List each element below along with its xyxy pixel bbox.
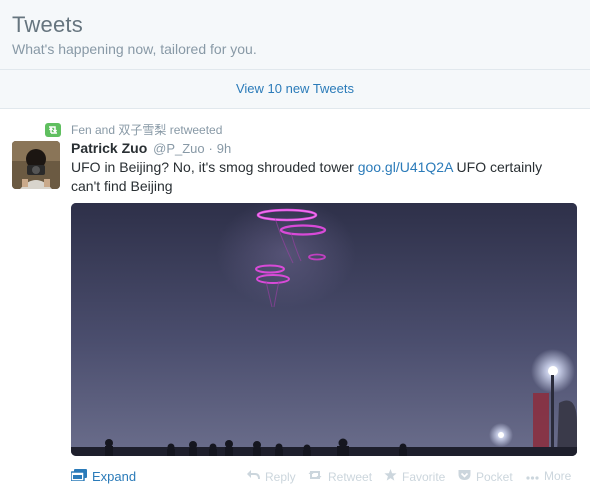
tweet-text: UFO in Beijing? No, it's smog shrouded t… — [71, 158, 571, 196]
photo-icon — [70, 469, 87, 484]
retweet-context: Fen and 双子雪梨 retweeted — [45, 121, 222, 138]
reply-arrow-icon — [246, 469, 260, 484]
view-new-tweets-button[interactable]: View 10 new Tweets — [0, 70, 590, 109]
expand-label: Expand — [92, 469, 137, 484]
pocket-label: Pocket — [476, 469, 513, 484]
page-subtitle: What's happening now, tailored for you. — [12, 41, 257, 57]
tweet-text-part1: UFO in Beijing? No, it's smog shrouded t… — [71, 159, 358, 175]
tweet-timestamp[interactable]: 9h — [217, 141, 231, 156]
tweet-photo[interactable] — [71, 203, 577, 456]
reply-label: Reply — [265, 469, 296, 484]
expand-button[interactable]: Expand — [70, 469, 137, 484]
tweet-actions: Expand Reply Retweet Favorite Pocket Mor… — [70, 469, 577, 489]
reply-button[interactable]: Reply — [246, 469, 296, 484]
favorite-button[interactable]: Favorite — [384, 469, 445, 484]
star-icon — [384, 469, 397, 484]
author-username[interactable]: @P_Zuo — [153, 141, 205, 156]
pocket-button[interactable]: Pocket — [458, 469, 513, 484]
retweet-icon — [307, 469, 323, 484]
tweet-item[interactable]: Fen and 双子雪梨 retweeted Patrick Zuo @P_Zu… — [0, 109, 590, 502]
page-title: Tweets — [12, 12, 83, 37]
retweet-context-text: Fen and 双子雪梨 retweeted — [71, 123, 223, 137]
retweet-label: Retweet — [328, 469, 373, 484]
more-button[interactable]: More — [526, 469, 571, 483]
retweet-icon — [45, 122, 61, 137]
more-label: More — [544, 469, 572, 483]
timeline-header: Tweets What's happening now, tailored fo… — [0, 0, 590, 70]
favorite-label: Favorite — [402, 469, 446, 484]
separator-dot: · — [208, 141, 213, 156]
tweet-header: Patrick Zuo @P_Zuo · 9h — [71, 140, 231, 156]
pocket-icon — [458, 469, 471, 484]
retweet-button[interactable]: Retweet — [307, 469, 372, 484]
avatar[interactable] — [12, 141, 60, 189]
ellipsis-icon — [526, 469, 539, 483]
author-fullname[interactable]: Patrick Zuo — [71, 140, 147, 156]
tweet-link[interactable]: goo.gl/U41Q2A — [358, 159, 453, 175]
